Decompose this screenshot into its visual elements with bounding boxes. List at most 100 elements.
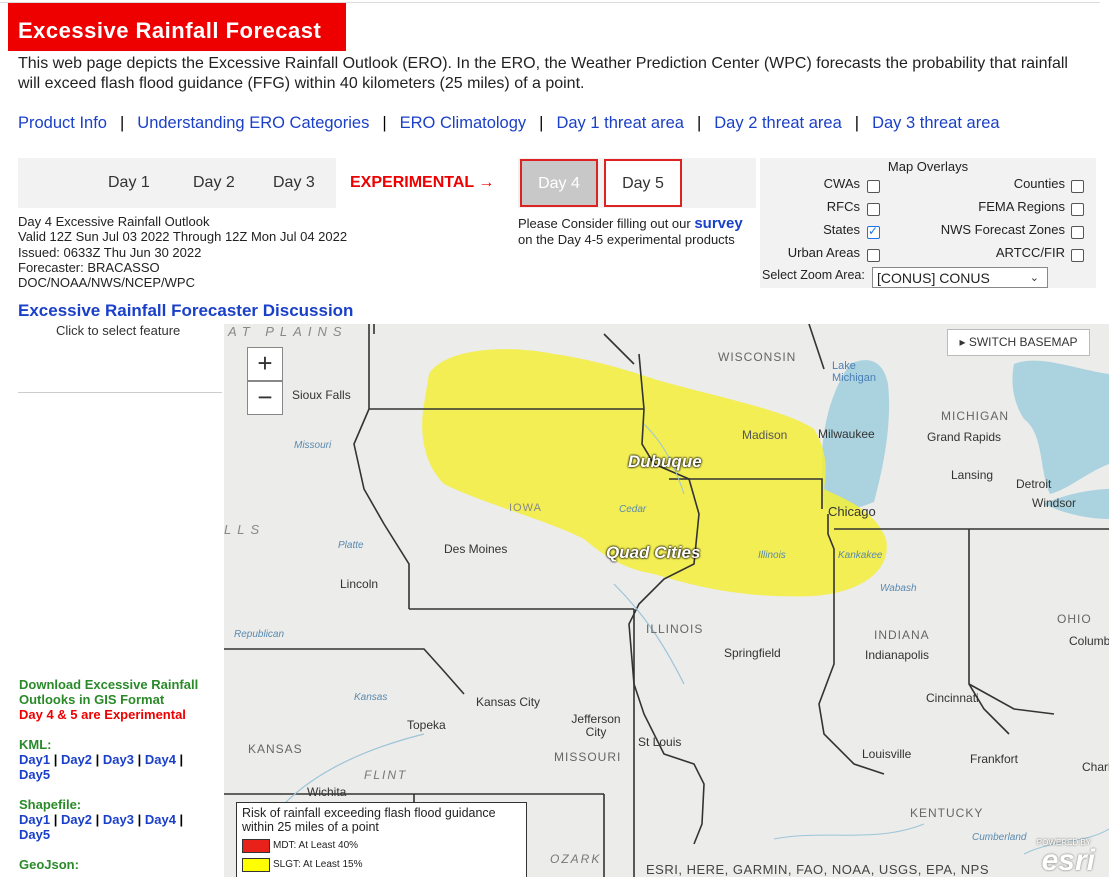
survey-note: Please Consider filling out our survey o… (518, 216, 743, 248)
place-label: Windsor (1032, 496, 1077, 510)
river-label: Missouri (294, 440, 332, 451)
shapefile-label: Shapefile: (19, 797, 82, 812)
overlay-checkbox-cwas[interactable] (867, 180, 880, 193)
zoom-area-select[interactable]: [CONUS] CONUS ⌄ (872, 267, 1048, 288)
map-legend: Risk of rainfall exceeding flash flood g… (236, 802, 527, 877)
threat-label-quad-cities: Quad Cities (606, 543, 701, 562)
overlay-checkbox-forecast-zones[interactable] (1071, 226, 1084, 239)
basemap (224, 324, 1109, 877)
kml-label: KML: (19, 737, 52, 752)
river-label: Kankakee (838, 550, 883, 561)
map-view[interactable]: + − ▸ SWITCH BASEMAP Dubuque Quad Cities… (224, 324, 1109, 877)
nav-link-day2-threat[interactable]: Day 2 threat area (714, 114, 842, 132)
downloads-experimental-note: Day 4 & 5 are Experimental (19, 707, 186, 722)
tab-day2[interactable]: Day 2 (193, 174, 235, 192)
shapefile-day5-link[interactable]: Day5 (19, 827, 50, 842)
overlay-label-artcc: ARTCC/FIR (995, 245, 1065, 260)
outlook-issued: Issued: 0633Z Thu Jun 30 2022 (18, 244, 202, 260)
overlay-label-rfcs: RFCs (826, 199, 860, 214)
place-label: Springfield (724, 646, 781, 660)
shapefile-day1-link[interactable]: Day1 (19, 812, 50, 827)
place-label: Lansing (951, 468, 994, 482)
place-label: FLINT (364, 768, 408, 782)
place-label: Des Moines (444, 542, 508, 556)
place-label: Wichita (307, 785, 347, 799)
place-label: Charleston (1082, 760, 1109, 774)
place-label: WISCONSIN (718, 350, 797, 364)
kml-day4-link[interactable]: Day4 (145, 752, 176, 767)
nav-separator: | (119, 114, 125, 132)
kml-day3-link[interactable]: Day3 (103, 752, 134, 767)
shapefile-day3-link[interactable]: Day3 (103, 812, 134, 827)
overlay-checkbox-urban-areas[interactable] (867, 249, 880, 262)
overlay-checkbox-states[interactable] (867, 224, 880, 239)
river-label: Platte (338, 540, 364, 551)
place-label: OHIO (1057, 612, 1092, 626)
nav-link-product-info[interactable]: Product Info (18, 114, 107, 132)
legend-title: Risk of rainfall exceeding flash flood g… (242, 806, 496, 834)
place-label: Milwaukee (818, 427, 875, 441)
tab-day3[interactable]: Day 3 (273, 174, 315, 192)
nav-separator: | (854, 114, 860, 132)
experimental-label: EXPERIMENTAL → (350, 174, 495, 191)
shapefile-day4-link[interactable]: Day4 (145, 812, 176, 827)
outlook-forecaster: Forecaster: BRACASSO (18, 259, 160, 275)
threat-label-dubuque: Dubuque (628, 452, 702, 471)
zoom-in-button[interactable]: + (247, 347, 283, 381)
nav-link-day3-threat[interactable]: Day 3 threat area (872, 114, 1000, 132)
kml-day5-link[interactable]: Day5 (19, 767, 50, 782)
tab-day1[interactable]: Day 1 (108, 174, 150, 192)
place-label: INDIANA (874, 628, 930, 642)
river-label: Wabash (880, 583, 917, 594)
nav-separator: | (539, 114, 544, 132)
place-label: Lake Michigan (832, 360, 877, 384)
river-label: Cedar (619, 504, 647, 515)
kml-day2-link[interactable]: Day2 (61, 752, 92, 767)
esri-logo: esri (1041, 844, 1095, 877)
intro-text: This web page depicts the Excessive Rain… (18, 55, 1068, 92)
place-label: St Louis (638, 735, 682, 749)
place-label: Chicago (828, 504, 876, 519)
overlay-checkbox-artcc[interactable] (1071, 249, 1084, 262)
geojson-label: GeoJson: (19, 857, 79, 872)
zoom-out-button[interactable]: − (247, 381, 283, 415)
tab-day4[interactable]: Day 4 (520, 159, 598, 207)
click-to-select-note: Click to select feature (56, 323, 181, 338)
overlay-label-cwas: CWAs (823, 176, 860, 191)
place-label: Sioux Falls (292, 388, 351, 402)
river-label: Kansas (354, 692, 388, 703)
place-label: Detroit (1016, 477, 1052, 491)
place-label: MISSOURI (554, 750, 622, 764)
place-label: Louisville (862, 747, 912, 761)
place-label: OZARK (550, 852, 602, 866)
survey-link[interactable]: survey (694, 215, 742, 232)
shapefile-day2-link[interactable]: Day2 (61, 812, 92, 827)
place-label: Columbus (1069, 634, 1109, 648)
switch-basemap-button[interactable]: ▸ SWITCH BASEMAP (947, 329, 1090, 356)
place-label: Grand Rapids (927, 430, 1002, 444)
river-label: Republican (234, 629, 285, 640)
tab-day5[interactable]: Day 5 (604, 159, 682, 207)
nav-link-ero-categories[interactable]: Understanding ERO Categories (137, 114, 369, 132)
place-label: KENTUCKY (910, 806, 984, 820)
nav-separator: | (696, 114, 702, 132)
forecaster-discussion-link[interactable]: Excessive Rainfall Forecaster Discussion (18, 301, 353, 321)
place-label: MICHIGAN (941, 409, 1009, 423)
map-overlays-title: Map Overlays (887, 159, 969, 174)
overlay-checkbox-counties[interactable] (1071, 180, 1084, 193)
downloads-title-2: Outlooks in GIS Format (19, 692, 165, 707)
divider (18, 392, 222, 393)
kml-day1-link[interactable]: Day1 (19, 752, 50, 767)
page-title: Excessive Rainfall Forecast (8, 3, 346, 51)
experimental-tabs: Day 4 Day 5 (518, 158, 756, 208)
place-label: Topeka (407, 718, 446, 732)
nav-link-ero-climatology[interactable]: ERO Climatology (400, 114, 527, 132)
legend-label-mdt: MDT: At Least 40% (273, 840, 359, 851)
overlay-checkbox-fema[interactable] (1071, 203, 1084, 216)
outlook-name: Day 4 Excessive Rainfall Outlook (18, 214, 210, 229)
nav-links: Product Info | Understanding ERO Categorie… (18, 114, 1000, 133)
nav-link-day1-threat[interactable]: Day 1 threat area (556, 114, 684, 132)
kml-links: Day1 | Day2 | Day3 | Day4 | Day5 (19, 752, 184, 782)
map-attribution: ESRI, HERE, GARMIN, FAO, NOAA, USGS, EPA… (646, 862, 989, 877)
overlay-checkbox-rfcs[interactable] (867, 203, 880, 216)
